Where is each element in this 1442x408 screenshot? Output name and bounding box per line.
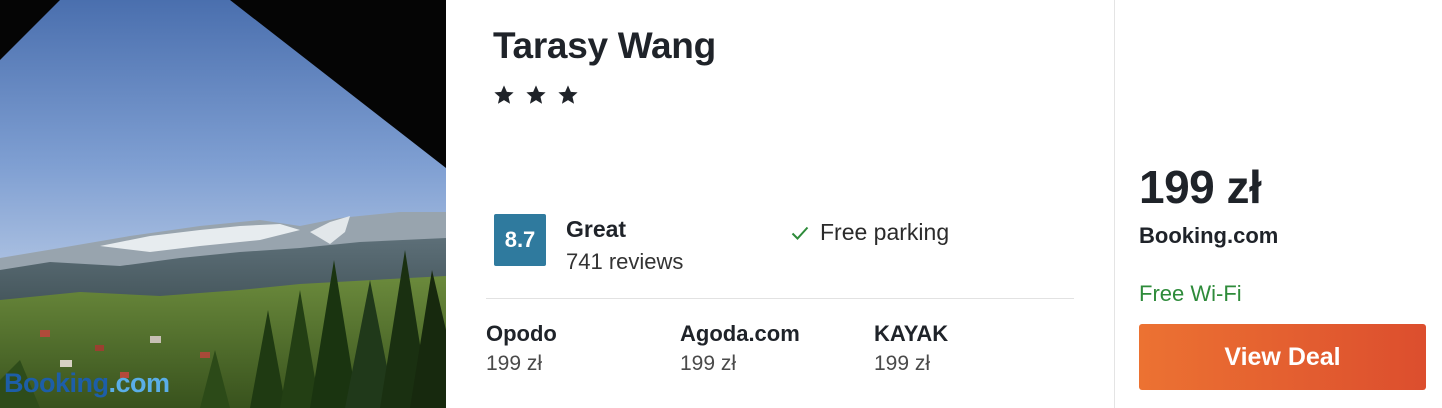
provider-price: 199 zł	[486, 352, 543, 375]
provider-kayak[interactable]: KAYAK 199 zł	[874, 320, 948, 380]
star-icon	[558, 85, 578, 104]
star-rating	[493, 84, 579, 106]
deal-amenity: Free Wi-Fi	[1139, 281, 1242, 306]
deal-price: 199 zł	[1139, 161, 1262, 213]
provider-name: Opodo	[486, 321, 557, 346]
checkmark-icon	[791, 226, 809, 240]
amenity-label: Free parking	[820, 219, 950, 245]
hotel-result-card: Booking.com Tarasy Wang 8.7 Great 741 re…	[0, 0, 1442, 408]
column-divider	[1114, 0, 1115, 408]
section-divider	[486, 298, 1074, 299]
amenity-free-parking: Free parking	[790, 219, 949, 246]
photo-watermark: Booking.com	[4, 368, 170, 398]
review-count[interactable]: 741 reviews	[566, 249, 683, 275]
provider-price: 199 zł	[680, 352, 737, 375]
provider-name: Agoda.com	[680, 321, 800, 346]
hotel-name[interactable]: Tarasy Wang	[493, 24, 716, 68]
provider-agoda[interactable]: Agoda.com 199 zł	[680, 320, 800, 380]
hotel-photo[interactable]: Booking.com	[0, 0, 446, 408]
star-icon	[526, 85, 546, 104]
provider-name: KAYAK	[874, 321, 949, 346]
star-icon	[494, 85, 514, 104]
rating-label: Great	[566, 216, 627, 242]
provider-opodo[interactable]: Opodo 199 zł	[486, 320, 557, 380]
deal-provider: Booking.com	[1139, 223, 1279, 248]
view-deal-button[interactable]: View Deal	[1139, 324, 1426, 390]
rating-score-badge: 8.7	[494, 214, 546, 266]
provider-price: 199 zł	[874, 352, 931, 375]
hotel-photo-image	[0, 0, 446, 408]
